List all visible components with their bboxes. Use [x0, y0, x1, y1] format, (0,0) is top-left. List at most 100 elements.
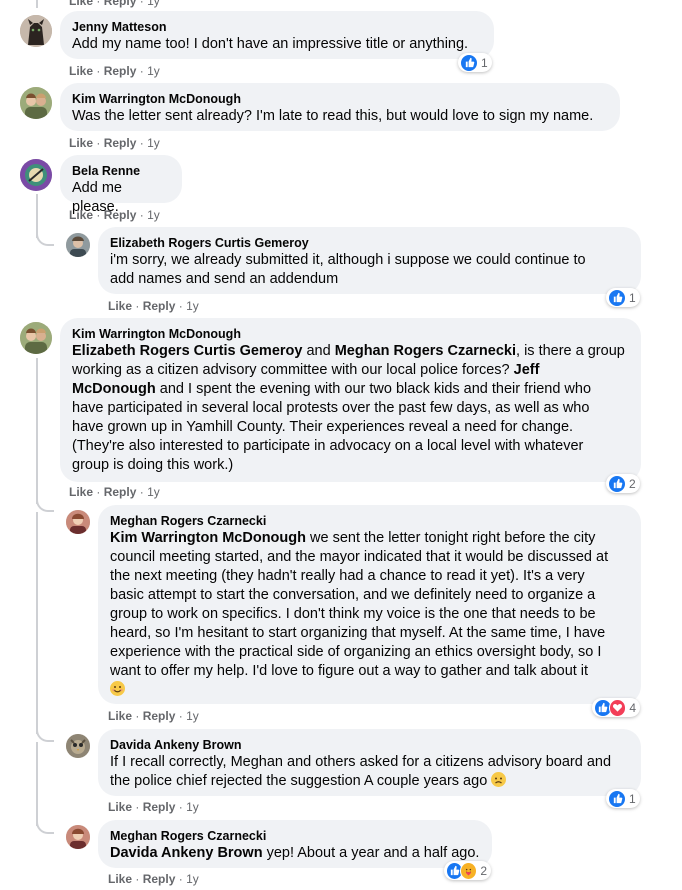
reaction-summary[interactable]: 1 — [606, 288, 640, 307]
love-reaction-icon — [608, 698, 627, 717]
comment-text: Add my name too! I don't have an impress… — [72, 36, 469, 52]
avatar[interactable] — [20, 15, 52, 47]
reply-link[interactable]: Reply — [104, 485, 137, 499]
reaction-summary[interactable]: 1 — [458, 53, 492, 72]
thread-curve — [36, 230, 54, 246]
comment-author[interactable]: Jenny Matteson — [72, 19, 482, 35]
like-link[interactable]: Like — [69, 485, 93, 499]
comment-text-line: If I recall correctly, Meghan and others… — [110, 754, 612, 770]
avatar[interactable] — [20, 322, 52, 354]
separator: · — [96, 485, 101, 499]
separator: · — [135, 709, 140, 723]
comment-author[interactable]: Bela Renne — [72, 163, 170, 179]
reply-link[interactable]: Reply — [104, 208, 137, 222]
reply-link[interactable]: Reply — [143, 299, 176, 313]
like-link[interactable]: Like — [69, 64, 93, 78]
timestamp[interactable]: 1y — [186, 709, 199, 723]
smiling-face-emoji-icon — [110, 681, 125, 696]
separator: · — [178, 709, 183, 723]
timestamp[interactable]: 1y — [186, 299, 199, 313]
comment-bubble: Elizabeth Rogers Curtis Gemeroy i'm sorr… — [98, 227, 641, 294]
reaction-summary[interactable]: 2 — [606, 474, 640, 493]
reply-link[interactable]: Reply — [104, 0, 137, 8]
comment-text-line: Davida Ankeny Brown yep! About a year an… — [110, 844, 480, 863]
comment-text-fragment: and — [302, 343, 335, 359]
comment-text-line: the next meeting (they hadn't really had… — [110, 568, 585, 584]
mention-link[interactable]: Meghan Rogers Czarnecki — [335, 343, 516, 359]
reply-link[interactable]: Reply — [143, 800, 176, 814]
like-link[interactable]: Like — [69, 136, 93, 150]
comment-text-line: group to work on specifics. I don't thin… — [110, 606, 596, 622]
reply-link[interactable]: Reply — [104, 136, 137, 150]
comment-text-fragment: the police chief rejected the suggestion… — [110, 773, 492, 789]
comment-text-line: experience with the practical side of or… — [110, 644, 602, 660]
comment-author[interactable]: Elizabeth Rogers Curtis Gemeroy — [110, 235, 629, 251]
comment-actions: Like · Reply · 1y — [108, 871, 199, 887]
mention-link[interactable]: Jeff — [514, 362, 540, 378]
avatar[interactable] — [66, 734, 90, 758]
avatar[interactable] — [66, 510, 90, 534]
reaction-count: 4 — [629, 700, 636, 715]
avatar[interactable] — [66, 233, 90, 257]
separator: · — [178, 299, 183, 313]
timestamp[interactable]: 1y — [186, 872, 199, 886]
avatar[interactable] — [20, 87, 52, 119]
timestamp[interactable]: 1y — [147, 136, 160, 150]
reaction-summary[interactable]: 1 — [606, 789, 640, 808]
comment-author[interactable]: Kim Warrington McDonough — [72, 91, 608, 107]
comment-text-line: Kim Warrington McDonough we sent the let… — [110, 529, 629, 548]
comment-text-line: Elizabeth Rogers Curtis Gemeroy and Megh… — [72, 342, 629, 361]
reaction-summary[interactable]: 2 — [444, 861, 491, 880]
timestamp[interactable]: 1y — [147, 64, 160, 78]
thread-curve — [36, 496, 54, 512]
like-link[interactable]: Like — [108, 872, 132, 886]
comment-text-line: want to offer my help. I'd love to figur… — [110, 663, 589, 679]
separator: · — [96, 64, 101, 78]
like-link[interactable]: Like — [69, 0, 93, 8]
comment-author[interactable]: Davida Ankeny Brown — [110, 737, 629, 753]
like-reaction-icon — [608, 288, 626, 307]
mention-link[interactable]: McDonough — [72, 381, 156, 397]
comment-author[interactable]: Kim Warrington McDonough — [72, 326, 629, 342]
comment-text-line: basic attempt to start the conversation,… — [110, 587, 596, 603]
avatar[interactable] — [20, 159, 52, 191]
like-reaction-icon — [460, 53, 478, 72]
thread-line — [36, 742, 38, 826]
timestamp[interactable]: 1y — [147, 0, 160, 8]
comment-text-line — [110, 681, 629, 700]
like-link[interactable]: Like — [69, 208, 93, 222]
comment-text-fragment: and I spent the evening with our two bla… — [155, 381, 592, 397]
comment-text-line: add names and send an addendum — [110, 271, 339, 287]
like-link[interactable]: Like — [108, 299, 132, 313]
reply-link[interactable]: Reply — [143, 872, 176, 886]
comment-author[interactable]: Meghan Rogers Czarnecki — [110, 513, 629, 529]
avatar[interactable] — [66, 825, 90, 849]
reply-link[interactable]: Reply — [143, 709, 176, 723]
like-link[interactable]: Like — [108, 709, 132, 723]
reply-link[interactable]: Reply — [104, 64, 137, 78]
separator: · — [178, 800, 183, 814]
comment-text-line: working as a citizen advisory committee … — [72, 361, 629, 380]
comment-author[interactable]: Meghan Rogers Czarnecki — [110, 828, 480, 844]
mention-link[interactable]: Davida Ankeny Brown — [110, 845, 263, 861]
thread-curve — [36, 726, 54, 742]
comment-bubble: Bela Renne Add me please. — [60, 155, 182, 215]
like-link[interactable]: Like — [108, 800, 132, 814]
mention-link[interactable]: Kim Warrington McDonough — [110, 530, 306, 546]
disappointed-face-emoji-icon — [491, 772, 507, 787]
comment-text-line: heard, so I'm hesitant to start organizi… — [110, 625, 606, 641]
timestamp[interactable]: 1y — [186, 800, 199, 814]
timestamp[interactable]: 1y — [147, 485, 160, 499]
comment-text-line: council meeting started, and the mayor i… — [110, 549, 609, 565]
reaction-count: 1 — [481, 55, 488, 70]
separator: · — [139, 485, 144, 499]
comment-text-line: have participated in several local prote… — [72, 400, 590, 416]
comment-bubble: Meghan Rogers Czarnecki Kim Warrington M… — [98, 505, 641, 704]
separator: · — [139, 0, 144, 8]
thread-curve — [36, 818, 54, 834]
mention-link[interactable]: Elizabeth Rogers Curtis Gemeroy — [72, 343, 302, 359]
separator: · — [135, 872, 140, 886]
reaction-summary[interactable]: 4 — [592, 698, 640, 717]
timestamp[interactable]: 1y — [147, 208, 160, 222]
comment-actions: Like · Reply · 1y — [69, 207, 160, 223]
